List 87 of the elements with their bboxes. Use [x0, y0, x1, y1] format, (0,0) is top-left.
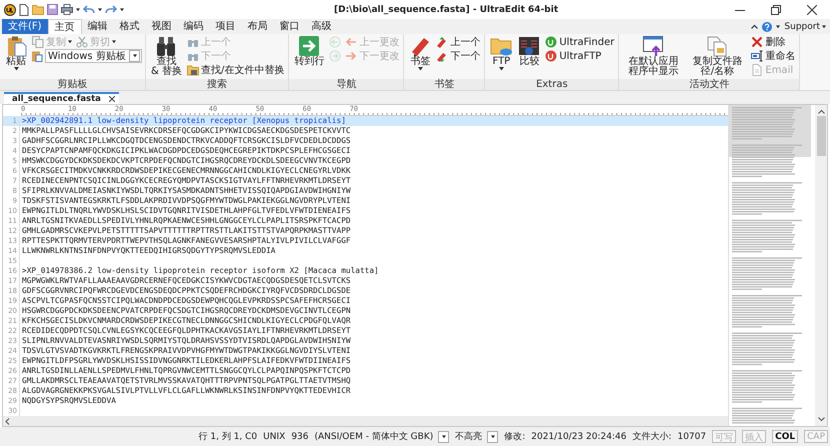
clipboard-select[interactable]: Windows 剪贴板 [45, 49, 142, 63]
scroll-down-icon[interactable] [818, 417, 824, 422]
status-text: 文件大小: [632, 430, 672, 443]
ribbon-tab[interactable]: 主页 [48, 19, 82, 34]
status-text: 10707 [677, 432, 706, 442]
restore-icon [771, 4, 781, 14]
round-logo-icon [545, 50, 558, 62]
arrow-icon [345, 50, 358, 62]
group-label: 剪贴板 [0, 79, 145, 90]
scroll-up-icon[interactable] [818, 109, 824, 114]
ribbon-button[interactable]: 粘贴 [3, 35, 29, 71]
folder-icon [32, 4, 44, 15]
ribbon-button[interactable]: UltraFTP [544, 49, 602, 63]
ribbon-button[interactable]: 删除 [750, 35, 786, 49]
support-menu[interactable]: Support [784, 22, 826, 32]
file-tab[interactable]: all_sequence.fasta [4, 92, 119, 104]
close-icon [807, 4, 817, 14]
scissors-icon [76, 36, 88, 48]
compare-icon [518, 35, 540, 57]
arrow-icon [345, 36, 358, 48]
status-dropdown[interactable]: 不高亮 [455, 430, 498, 443]
ribbon-button[interactable]: 下一个 [435, 49, 482, 63]
ribbon-button[interactable]: 比较 [516, 35, 542, 67]
caret-icon [76, 8, 80, 12]
ribbon-button[interactable]: 查找 & 替换 [149, 35, 184, 77]
ribbon-button[interactable]: UltraFinder [544, 35, 616, 49]
ribbon-tab[interactable]: 项目 [210, 19, 242, 34]
binoculars-icon [155, 35, 178, 57]
ribbon-tab[interactable]: 高级 [306, 19, 338, 34]
caret-icon [120, 8, 124, 12]
ribbon-button[interactable]: 书签 [407, 35, 434, 71]
status-text: UNIX [263, 432, 286, 442]
file-menu-button[interactable]: 文件(F) [2, 19, 48, 34]
caret-icon [776, 24, 780, 28]
save-icon [47, 4, 58, 15]
group-label: 活动文件 [619, 79, 800, 90]
status-text: 修改: [504, 430, 526, 443]
caret-icon [98, 8, 102, 12]
ribbon-tab[interactable]: 编辑 [82, 19, 114, 34]
app-logo-icon [4, 4, 16, 16]
clipboard-icon [31, 50, 43, 62]
ribbon-tab[interactable]: 布局 [242, 19, 274, 34]
group-label: 搜索 [146, 79, 288, 90]
ribbon-tab[interactable]: 编码 [178, 19, 210, 34]
caret-icon [442, 434, 446, 438]
window-title: [D:\bio\all_sequence.fasta] - UltraEdit 64-bit [334, 4, 560, 14]
ribbon-tab[interactable]: 窗口 [274, 19, 306, 34]
ribbon-tab[interactable]: 格式 [114, 19, 146, 34]
collapse-ribbon-icon[interactable] [751, 24, 758, 29]
scroll-thumb[interactable] [816, 116, 826, 156]
ribbon-button[interactable]: 查找/在文件中替换 [186, 63, 286, 77]
ribbon-button[interactable]: 重命名 [750, 49, 796, 63]
status-dropdown[interactable]: (ANSI/OEM - 简体中文 GBK) [314, 430, 450, 443]
new-file-icon [19, 4, 29, 16]
caret-icon [490, 434, 495, 438]
caret-icon [822, 24, 826, 28]
status-text: 2021/10/23 20:24:46 [531, 432, 626, 442]
bookmark-icon [436, 50, 448, 62]
status-text: 936 [291, 432, 308, 442]
bookmark-icon [436, 36, 448, 48]
document-icon [751, 64, 764, 76]
ribbon-button[interactable]: 复制文件路径/名称 [686, 35, 748, 77]
ribbon-button[interactable]: 转到行 [292, 35, 326, 67]
folder-icon [186, 64, 199, 76]
vertical-scrollbar[interactable] [815, 105, 827, 426]
group-label: 书签 [404, 79, 484, 90]
arrow-icon [329, 36, 342, 48]
ribbon-button[interactable]: 在默认应用程序中显示 [622, 35, 684, 77]
help-icon[interactable] [762, 22, 772, 32]
scroll-left-icon[interactable] [5, 418, 10, 424]
undo-icon [83, 5, 95, 14]
arrow-icon [329, 50, 342, 62]
redo-icon [105, 5, 117, 14]
close-icon[interactable] [108, 96, 115, 102]
bookmark-icon [409, 35, 432, 57]
rename-icon [751, 50, 764, 62]
caret-icon [132, 54, 136, 58]
status-text: 行 1, 列 1, C0 [198, 430, 258, 443]
ribbon-button[interactable]: FTP [488, 35, 514, 71]
ribbon-button[interactable]: 上一个 [435, 35, 482, 49]
status-toggle[interactable]: COL [772, 430, 798, 443]
horizontal-scrollbar[interactable] [3, 416, 728, 426]
group-label: Extras [485, 79, 618, 90]
delete-icon [751, 36, 764, 48]
group-label: 导航 [289, 79, 404, 90]
printer-icon [61, 4, 73, 15]
ribbon-tab[interactable]: 视图 [146, 19, 178, 34]
